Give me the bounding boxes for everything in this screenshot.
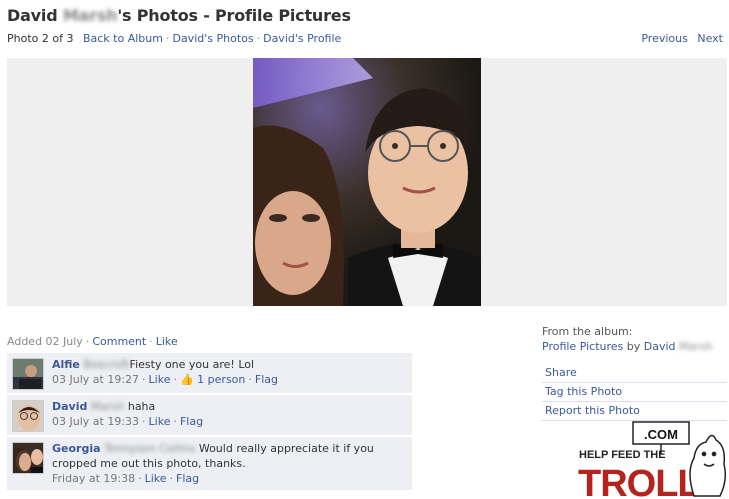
separator: ·: [85, 335, 90, 348]
troll-mascot-icon: [689, 434, 727, 497]
photo-subnav: Photo 2 of 3 Back to Album · David's Photo…: [7, 32, 341, 45]
troll-com-text: .COM: [644, 427, 678, 442]
separator: ·: [142, 373, 146, 386]
flag-comment-link[interactable]: Flag: [255, 373, 278, 386]
added-date: Added 02 July: [7, 335, 83, 348]
troll-logo: .COM HELP FEED THE TROLL: [578, 421, 727, 499]
troll-tagline: HELP FEED THE: [579, 449, 666, 461]
comment-text: Fiesty one you are! Lol: [129, 358, 255, 371]
share-link[interactable]: Share: [545, 366, 577, 379]
separator: ·: [138, 472, 142, 485]
troll-word: TROLL: [578, 463, 700, 498]
comment-time: 03 July at 19:27: [52, 373, 140, 386]
separator: ·: [149, 335, 153, 348]
separator: ·: [165, 32, 170, 45]
report-photo-link[interactable]: Report this Photo: [545, 404, 640, 417]
photo-stage: [7, 58, 727, 306]
photo-image: [253, 58, 481, 306]
troll-watermark: .COM HELP FEED THE TROLL: [578, 420, 728, 499]
like-photo-link[interactable]: Like: [156, 335, 178, 348]
next-photo-link[interactable]: Next: [697, 32, 723, 45]
like-comment-link[interactable]: Like: [145, 472, 167, 485]
thumbs-up-icon: 👍: [179, 373, 194, 386]
avatar[interactable]: [12, 442, 44, 474]
comment-item: Alfie BeecroftFiesty one you are! Lol 03…: [7, 353, 412, 395]
comment-list: Alfie BeecroftFiesty one you are! Lol 03…: [7, 353, 412, 492]
likers-link[interactable]: 1 person: [197, 373, 245, 386]
separator: ·: [248, 373, 252, 386]
album-name-link[interactable]: Profile Pictures: [542, 340, 623, 353]
from-album-label: From the album:: [542, 325, 633, 338]
commenter-name[interactable]: Alfie: [52, 358, 80, 371]
davids-photos-link[interactable]: David's Photos: [172, 32, 253, 45]
page-title: David Marsh's Photos - Profile Pictures: [7, 6, 351, 25]
commenter-name[interactable]: David: [52, 400, 87, 413]
davids-profile-link[interactable]: David's Profile: [263, 32, 341, 45]
comment-item: Georgia Tennyson Collins Would really ap…: [7, 437, 412, 492]
comment-item: David Marsh haha 03 July at 19:33 · Like · F…: [7, 395, 412, 437]
commenter-name[interactable]: Georgia: [52, 442, 101, 455]
comment-text: Would really appreciate it if you croppe…: [52, 442, 374, 470]
photo-pager: Previous Next: [641, 32, 723, 45]
photo-counter: Photo 2 of 3: [7, 32, 74, 45]
like-comment-link[interactable]: Like: [149, 373, 171, 386]
tag-photo-link[interactable]: Tag this Photo: [545, 385, 622, 398]
comment-time: Friday at 19:38: [52, 472, 136, 485]
action-item: Tag this Photo: [542, 383, 727, 402]
separator: ·: [142, 415, 146, 428]
photo-actions: Share Tag this Photo Report this Photo: [542, 364, 727, 421]
commenter-surname-blurred: Marsh: [90, 400, 125, 413]
action-item: Report this Photo: [542, 402, 727, 421]
flag-comment-link[interactable]: Flag: [176, 472, 199, 485]
main-photo[interactable]: [253, 58, 481, 306]
title-rest: 's Photos - Profile Pictures: [117, 6, 351, 25]
back-to-album-link[interactable]: Back to Album: [83, 32, 163, 45]
album-owner-blurred: Marsh: [679, 340, 713, 353]
photo-sidebar: From the album: Profile Pictures by Davi…: [542, 324, 727, 421]
commenter-surname-blurred: Beecroft: [83, 358, 130, 371]
like-comment-link[interactable]: Like: [149, 415, 171, 428]
album-attribution: Profile Pictures by David Marsh: [542, 339, 727, 354]
separator: ·: [173, 415, 177, 428]
previous-photo-link[interactable]: Previous: [641, 32, 688, 45]
separator: ·: [169, 472, 174, 485]
by-label: by: [626, 340, 641, 353]
comment-time: 03 July at 19:33: [52, 415, 140, 428]
title-owner-blurred: Marsh: [62, 6, 118, 25]
comment-link[interactable]: Comment: [92, 335, 146, 348]
avatar[interactable]: [12, 358, 44, 390]
album-owner-link[interactable]: David: [644, 340, 676, 353]
avatar[interactable]: [12, 400, 44, 432]
photo-meta: Added 02 July · Comment · Like: [7, 335, 178, 348]
separator: ·: [173, 373, 177, 386]
comment-text: haha: [127, 400, 156, 413]
commenter-surname-blurred: Tennyson Collins: [104, 442, 196, 455]
separator: ·: [256, 32, 261, 45]
title-owner-first: David: [7, 6, 58, 25]
flag-comment-link[interactable]: Flag: [180, 415, 203, 428]
action-item: Share: [542, 364, 727, 383]
